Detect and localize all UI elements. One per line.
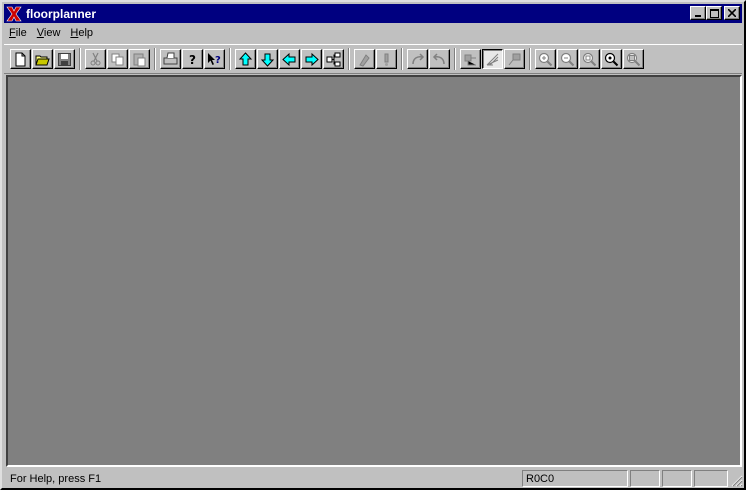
zoom-full-button[interactable] — [623, 49, 644, 69]
toolbar-separator — [454, 48, 456, 70]
status-pane-3 — [630, 470, 660, 487]
move-down-button[interactable] — [257, 49, 278, 69]
zoom-fit-icon — [582, 52, 597, 66]
xilinx-logo-icon — [6, 6, 22, 21]
unplace-icon — [384, 53, 389, 66]
context-help-icon: ? — [208, 52, 221, 66]
toolbar-separator — [401, 48, 403, 70]
copy-icon — [111, 53, 124, 65]
print-icon — [163, 52, 178, 64]
move-left-icon — [282, 52, 296, 66]
place-icon — [359, 53, 370, 67]
place-button[interactable] — [354, 49, 375, 69]
move-right-icon — [305, 52, 319, 66]
ratsnest-icon — [486, 53, 499, 65]
move-right-button[interactable] — [301, 49, 322, 69]
title-bar[interactable]: floorplanner — [4, 4, 742, 23]
save-icon — [58, 52, 71, 66]
toolbar-separator — [79, 48, 81, 70]
menu-bar: File View Help — [4, 24, 98, 42]
minimize-icon — [695, 15, 701, 17]
toolbar-separator — [529, 48, 531, 70]
menu-view[interactable]: View — [32, 27, 66, 39]
route-icon — [464, 54, 476, 65]
toolbar-separator — [154, 48, 156, 70]
save-button[interactable] — [54, 49, 75, 69]
app-window: floorplanner File View Help ? ? For Help… — [0, 0, 746, 490]
open-button[interactable] — [32, 49, 53, 69]
new-file-icon — [15, 52, 26, 66]
zoom-fit-button[interactable] — [579, 49, 600, 69]
zoom-in-button[interactable] — [535, 49, 556, 69]
maximize-icon — [709, 8, 719, 18]
unplace-button[interactable] — [376, 49, 397, 69]
print-button[interactable] — [160, 49, 181, 69]
move-down-icon — [260, 53, 275, 67]
resize-grip-icon[interactable] — [731, 475, 743, 487]
zoom-select-button[interactable] — [601, 49, 622, 69]
status-position: R0C0 — [522, 470, 628, 487]
menu-file[interactable]: File — [4, 27, 32, 39]
flightline-icon — [508, 53, 521, 65]
ratsnest-button[interactable] — [482, 49, 503, 69]
context-help-button[interactable]: ? — [204, 49, 225, 69]
zoom-out-button[interactable] — [557, 49, 578, 69]
open-folder-icon — [35, 55, 50, 65]
zoom-in-icon — [538, 52, 553, 66]
status-bar: For Help, press F1 R0C0 — [4, 469, 742, 488]
close-icon — [728, 9, 736, 17]
redo-button[interactable] — [429, 49, 450, 69]
svg-text:?: ? — [189, 53, 196, 67]
cut-button[interactable] — [85, 49, 106, 69]
copy-button[interactable] — [107, 49, 128, 69]
status-pane-4 — [662, 470, 692, 487]
hierarchy-button[interactable] — [323, 49, 344, 69]
zoom-full-icon — [626, 52, 641, 66]
new-button[interactable] — [10, 49, 31, 69]
zoom-select-icon — [604, 52, 619, 66]
status-pane-5 — [694, 470, 728, 487]
flightline-button[interactable] — [504, 49, 525, 69]
zoom-out-icon — [560, 52, 575, 66]
window-title: floorplanner — [26, 6, 97, 21]
undo-button[interactable] — [407, 49, 428, 69]
toolbar-separator — [348, 48, 350, 70]
toolbar: ? ? — [4, 44, 742, 74]
move-up-button[interactable] — [235, 49, 256, 69]
redo-icon — [432, 52, 445, 64]
menu-help[interactable]: Help — [65, 27, 98, 39]
route-button[interactable] — [460, 49, 481, 69]
workspace-area[interactable] — [6, 75, 742, 467]
paste-icon — [133, 53, 146, 66]
cut-icon — [90, 52, 101, 65]
close-button[interactable] — [724, 6, 740, 20]
paste-button[interactable] — [129, 49, 150, 69]
help-icon: ? — [189, 53, 196, 67]
hierarchy-icon — [326, 52, 341, 66]
move-left-button[interactable] — [279, 49, 300, 69]
move-up-icon — [238, 51, 253, 65]
minimize-button[interactable] — [690, 6, 706, 20]
help-button[interactable]: ? — [182, 49, 203, 69]
status-help-text: For Help, press F1 — [10, 472, 102, 485]
svg-text:?: ? — [215, 55, 221, 66]
maximize-button[interactable] — [706, 6, 722, 20]
undo-icon — [412, 52, 425, 64]
toolbar-separator — [229, 48, 231, 70]
